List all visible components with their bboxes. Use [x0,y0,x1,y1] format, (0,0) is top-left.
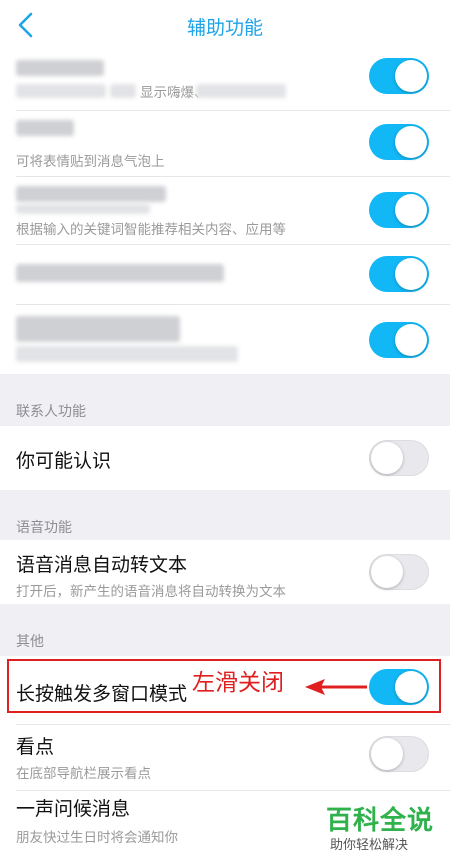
setting-toggle-4[interactable] [369,256,429,292]
redacted-label [16,60,104,76]
setting-row-1[interactable]: 显示嗨爆、 [0,52,450,104]
divider [16,304,450,305]
redacted-label [16,186,166,202]
divider [16,176,450,177]
setting-sublabel: 在底部导航栏展示看点 [16,766,151,782]
arrow-left-icon [305,679,367,695]
toggle-knob [371,556,403,588]
setting-toggle-5[interactable] [369,322,429,358]
setting-row-people-you-may-know[interactable]: 你可能认识 [0,426,450,490]
toggle-knob [371,738,403,770]
voice-to-text-toggle[interactable] [369,554,429,590]
redacted-sublabel [196,84,286,98]
setting-sublabel: 根据输入的关键词智能推荐相关内容、应用等 [16,222,286,238]
section-title-contacts: 联系人功能 [16,404,86,420]
toggle-knob [395,126,427,158]
annotation-text: 左滑关闭 [192,670,284,696]
setting-row-voice-to-text[interactable]: 语音消息自动转文本 打开后，新产生的语音消息将自动转换为文本 [0,540,450,604]
setting-row-kandian[interactable]: 看点 在底部导航栏展示看点 [0,726,450,790]
redacted-label [16,204,150,214]
redacted-label [16,264,224,282]
setting-label: 一声问候消息 [16,798,131,820]
voice-card: 语音消息自动转文本 打开后，新产生的语音消息将自动转换为文本 [0,540,450,604]
toggle-knob [371,442,403,474]
divider [16,110,450,111]
setting-row-5[interactable] [0,306,450,374]
setting-toggle-1[interactable] [369,58,429,94]
page-title: 辅助功能 [186,17,263,39]
setting-toggle-2[interactable] [369,124,429,160]
toggle-knob [395,324,427,356]
setting-label: 你可能认识 [16,450,112,472]
setting-row-2[interactable]: 可将表情贴到消息气泡上 [0,112,450,172]
contacts-card: 你可能认识 [0,426,450,490]
top-settings-card: 显示嗨爆、 可将表情贴到消息气泡上 根据输入的关键词智能推荐相关内容、应用等 [0,52,450,374]
setting-toggle-3[interactable] [369,192,429,228]
redacted-sublabel [110,84,136,98]
setting-sublabel: 朋友快过生日时将会通知你 [16,830,178,846]
setting-label: 语音消息自动转文本 [16,554,188,576]
divider [16,790,450,791]
divider [16,724,450,725]
section-title-voice: 语音功能 [16,520,72,536]
nav-bar: 辅助功能 [0,0,450,52]
toggle-knob [395,258,427,290]
divider [16,244,450,245]
toggle-knob [395,60,427,92]
setting-label: 看点 [16,736,55,758]
setting-row-4[interactable] [0,246,450,302]
watermark-tagline: 助你轻松解决 [330,838,409,853]
toggle-knob [395,194,427,226]
people-you-may-know-toggle[interactable] [369,440,429,476]
section-title-other: 其他 [16,634,44,650]
setting-sublabel: 可将表情贴到消息气泡上 [16,154,165,170]
setting-sublabel: 打开后，新产生的语音消息将自动转换为文本 [16,584,286,600]
redacted-label [16,316,180,342]
redacted-sublabel [16,346,238,362]
setting-row-3[interactable]: 根据输入的关键词智能推荐相关内容、应用等 [0,178,450,240]
redacted-sublabel [16,84,106,98]
redacted-label [16,120,74,136]
watermark-logo: 百科全说 [326,806,435,836]
kandian-toggle[interactable] [369,736,429,772]
